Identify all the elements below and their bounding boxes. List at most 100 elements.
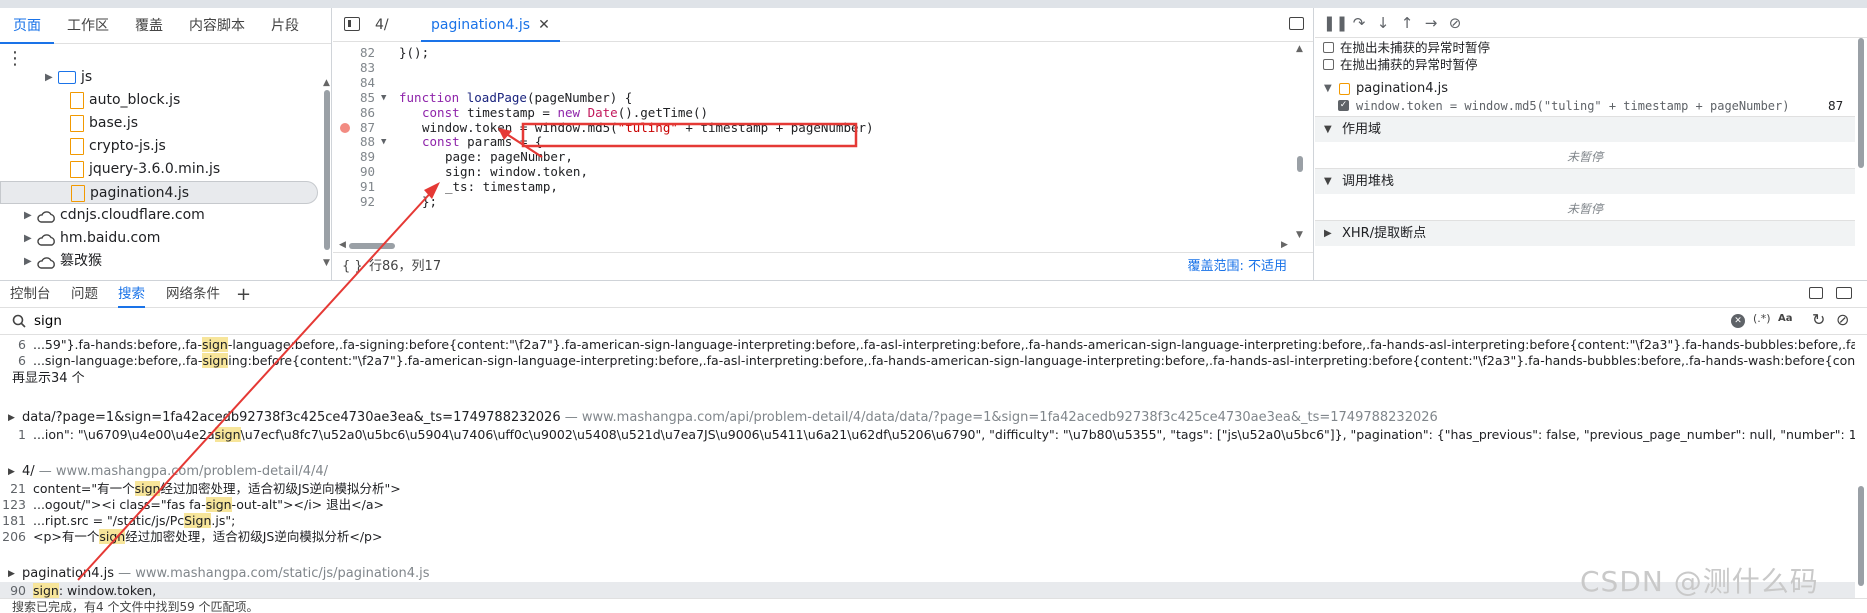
- code-editor: 4/ pagination4.js ✕ 82}(); 83 84 85 ▼ function…: [333, 8, 1314, 280]
- add-tab-button[interactable]: +: [236, 281, 251, 308]
- scope-section[interactable]: ▼ 作用域: [1315, 116, 1855, 142]
- tab-workspace[interactable]: 工作区: [54, 8, 122, 44]
- scroll-down-icon[interactable]: ▼: [1296, 230, 1303, 240]
- tree-item-label: js: [81, 69, 93, 85]
- call-stack-section[interactable]: ▼ 调用堆栈: [1315, 168, 1855, 194]
- breakpoint-checkbox[interactable]: ✓: [1338, 100, 1349, 111]
- scrollbar-thumb[interactable]: [1858, 486, 1864, 586]
- tab-content-scripts[interactable]: 内容脚本: [176, 8, 258, 44]
- match-highlight: sign: [214, 427, 241, 442]
- deactivate-breakpoints-icon[interactable]: ⊘: [1445, 13, 1465, 33]
- result-file-group[interactable]: ▶ pagination4.js — www.mashangpa.com/stat…: [0, 564, 1855, 584]
- step-over-icon[interactable]: ↷: [1349, 13, 1369, 33]
- navigator-scrollbar[interactable]: ▲ ▼: [323, 78, 331, 268]
- scroll-up-icon[interactable]: ▲: [323, 78, 330, 88]
- scroll-up-icon[interactable]: ▲: [1296, 44, 1303, 54]
- tree-item-label: cdnjs.cloudflare.com: [60, 207, 205, 223]
- expand-icon[interactable]: ▶: [45, 66, 53, 89]
- editor-vertical-scrollbar[interactable]: ▲ ▼: [1294, 44, 1306, 244]
- step-out-icon[interactable]: ↑: [1397, 13, 1417, 33]
- expand-icon[interactable]: ▶: [8, 462, 15, 482]
- more-options-icon[interactable]: ⋮: [6, 50, 24, 68]
- results-scrollbar[interactable]: [1855, 336, 1867, 598]
- tab-console[interactable]: 控制台: [10, 281, 51, 308]
- tree-item[interactable]: jquery-3.6.0.min.js: [0, 158, 318, 181]
- checkbox[interactable]: [1323, 59, 1334, 70]
- result-line[interactable]: 206 <p>有一个sign经过加密处理，适合初级JS逆向模拟分析</p>: [0, 528, 1855, 546]
- tab-issues[interactable]: 问题: [71, 281, 98, 308]
- result-file-name: 4/ — www.mashangpa.com/problem-detail/4/…: [22, 464, 329, 479]
- collapsed-icon: ▶: [1324, 228, 1332, 239]
- toggle-debugger-icon[interactable]: [1289, 17, 1304, 30]
- match-case-toggle[interactable]: Aa: [1778, 313, 1793, 324]
- result-file-group[interactable]: ▶ data/?page=1&sign=1fa42acedb92738f3c425…: [0, 408, 1855, 428]
- result-line[interactable]: 90 sign: window.token,: [0, 582, 1855, 598]
- result-file-group[interactable]: ▶ 4/ — www.mashangpa.com/problem-detail/4…: [0, 462, 1855, 482]
- search-input[interactable]: [34, 311, 1724, 331]
- expand-icon[interactable]: ▶: [24, 204, 32, 227]
- result-line-number: 6: [18, 353, 26, 368]
- coverage-link[interactable]: 覆盖范围: 不适用: [1187, 253, 1287, 281]
- scroll-left-icon[interactable]: ◀: [339, 240, 346, 250]
- match-highlight: sign: [202, 353, 229, 368]
- scroll-right-icon[interactable]: ▶: [1281, 240, 1288, 250]
- dock-icon[interactable]: [1809, 287, 1823, 299]
- cloud-icon: [36, 231, 56, 246]
- scrollbar-thumb[interactable]: [349, 243, 395, 249]
- tree-item[interactable]: ▶ hm.baidu.com: [0, 227, 318, 250]
- scrollbar-thumb[interactable]: [324, 90, 330, 250]
- line-number[interactable]: 92: [333, 193, 375, 211]
- scrollbar-thumb[interactable]: [1858, 38, 1864, 168]
- pause-caught-option[interactable]: 在抛出捕获的异常时暂停: [1323, 56, 1478, 74]
- expand-icon[interactable]: ▶: [8, 408, 15, 428]
- breakpoint-line: 87: [1828, 99, 1844, 113]
- regex-toggle[interactable]: (.*): [1753, 312, 1771, 325]
- result-line[interactable]: 6 ...sign-language:before,.fa-signing:bef…: [0, 352, 1855, 370]
- tab-network-conditions[interactable]: 网络条件: [166, 281, 220, 308]
- section-title: XHR/提取断点: [1342, 226, 1427, 241]
- clear-icon[interactable]: ⊘: [1836, 310, 1849, 329]
- code-line[interactable]: 92};: [333, 193, 1293, 211]
- breakpoint-file[interactable]: ▼ pagination4.js: [1315, 80, 1855, 98]
- expand-icon[interactable]: ▶: [24, 227, 32, 250]
- pretty-print-button[interactable]: { }: [342, 253, 363, 281]
- result-line[interactable]: 1 ...ion": "\u6709\u4e00\u4e2asign\u7ecf\…: [0, 426, 1855, 444]
- show-more-results[interactable]: 再显示34 个: [12, 369, 85, 389]
- tab-overrides[interactable]: 覆盖: [122, 8, 176, 44]
- tree-item[interactable]: pagination4.js: [0, 181, 318, 204]
- panel-layout-icon[interactable]: [1836, 287, 1852, 299]
- tab-pagination4-js[interactable]: pagination4.js ✕: [421, 8, 560, 42]
- tab-page[interactable]: 页面: [0, 8, 54, 44]
- cloud-icon: [36, 254, 56, 269]
- code-area[interactable]: 82}(); 83 84 85 ▼ function loadPage(pageNumbe…: [333, 44, 1293, 240]
- debugger-scrollbar[interactable]: [1855, 38, 1867, 280]
- expand-icon[interactable]: ▶: [24, 250, 32, 273]
- pause-uncaught-option[interactable]: 在抛出未捕获的异常时暂停: [1323, 39, 1490, 57]
- breakpoint-item[interactable]: ✓ window.token = window.md5("tuling" + t…: [1315, 97, 1855, 115]
- tree-item[interactable]: ▶ 篡改猴: [0, 250, 318, 273]
- scrollbar-thumb[interactable]: [1297, 156, 1303, 172]
- tab-search[interactable]: 搜索: [118, 281, 145, 308]
- tree-item[interactable]: crypto-js.js: [0, 135, 318, 158]
- pause-icon[interactable]: ❚❚: [1323, 13, 1348, 33]
- tab-snippets[interactable]: 片段: [258, 8, 312, 44]
- scroll-down-icon[interactable]: ▼: [323, 258, 330, 268]
- search-results: 6 ...59"}.fa-hands:before,.fa-sign-langua…: [0, 336, 1855, 598]
- close-icon[interactable]: ✕: [538, 17, 550, 33]
- xhr-breakpoints-section[interactable]: ▶ XHR/提取断点: [1315, 220, 1855, 246]
- expand-icon[interactable]: ▶: [8, 564, 15, 584]
- step-icon[interactable]: →: [1421, 13, 1441, 33]
- tree-item[interactable]: ▶ js: [0, 66, 318, 89]
- step-into-icon[interactable]: ↓: [1373, 13, 1393, 33]
- clear-search-icon[interactable]: ✕: [1731, 314, 1745, 328]
- checkbox[interactable]: [1323, 42, 1334, 53]
- expand-icon[interactable]: ▼: [1324, 80, 1332, 98]
- tree-item[interactable]: ▶ cdnjs.cloudflare.com: [0, 204, 318, 227]
- tree-item[interactable]: auto_block.js: [0, 89, 318, 112]
- tab-4[interactable]: 4/: [375, 8, 389, 42]
- tree-item[interactable]: base.js: [0, 112, 318, 135]
- toggle-navigator-icon[interactable]: [344, 17, 360, 31]
- refresh-icon[interactable]: ↻: [1812, 310, 1825, 329]
- editor-horizontal-scrollbar[interactable]: ◀ ▶: [339, 240, 1294, 252]
- file-icon: [70, 138, 84, 155]
